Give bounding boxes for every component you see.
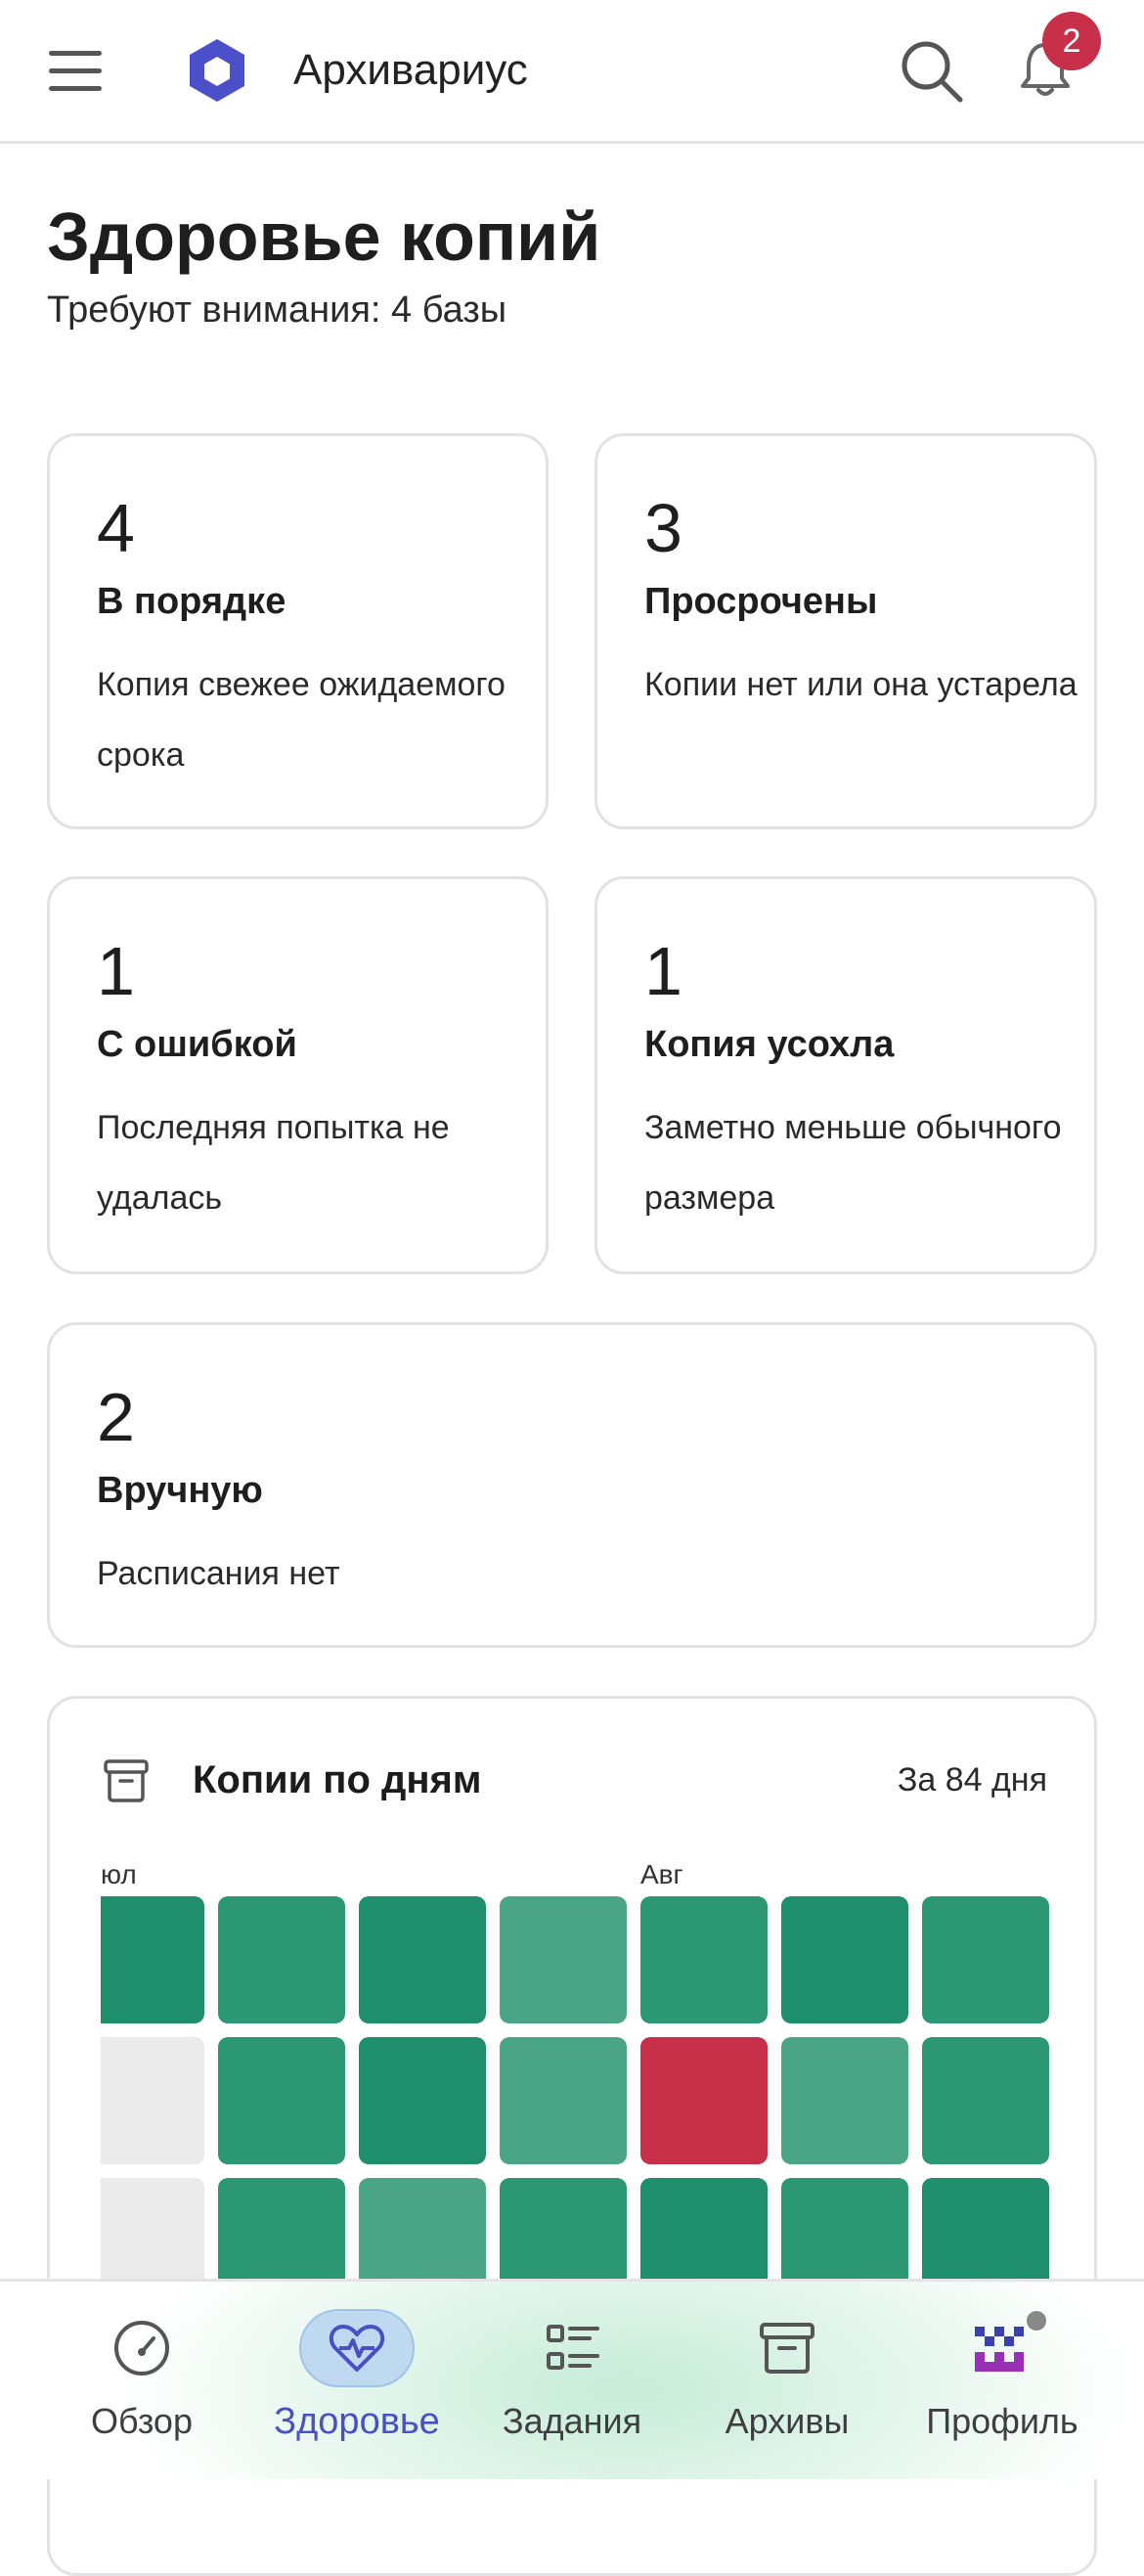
heatmap-cell[interactable] [359, 2037, 486, 2164]
archive-box-icon [104, 1759, 149, 1802]
heatmap-title: Копии по дням [193, 1758, 482, 1801]
heatmap-cell[interactable] [640, 2037, 768, 2164]
archive-box-icon [760, 2323, 814, 2374]
stat-count: 4 [97, 490, 135, 566]
nav-item-archives[interactable]: Архивы [704, 2309, 870, 2456]
heatmap-cell[interactable] [781, 1896, 908, 2023]
heatmap-cell[interactable] [500, 2037, 627, 2164]
heatmap-month-label: Авг [640, 1859, 683, 1889]
nav-label: Архивы [725, 2401, 850, 2441]
stat-card-shrunk[interactable]: 1 Копия усохла Заметно меньше обычного р… [594, 876, 1097, 1274]
app-bar: Архивариус 2 [0, 0, 1144, 144]
heatmap-cell[interactable] [922, 2037, 1049, 2164]
nav-item-health[interactable]: Здоровье [254, 2309, 460, 2456]
heatmap-cell[interactable] [640, 1896, 768, 2023]
stat-description: Копия свежее ожидаемого срока [97, 666, 506, 774]
nav-item-profile[interactable]: Профиль [909, 2309, 1095, 2456]
stat-count: 2 [97, 1379, 135, 1455]
notification-badge: 2 [1042, 12, 1101, 70]
heatmap-cell[interactable] [101, 2037, 204, 2164]
heatmap-cell[interactable] [781, 2037, 908, 2164]
heatmap-range[interactable]: За 84 дня [898, 1755, 1047, 1804]
task-list-icon [547, 2325, 599, 2370]
heatmap-month-label: юл [101, 1859, 137, 1889]
stat-label: Просрочены [644, 581, 878, 622]
nav-item-overview[interactable]: Обзор [68, 2309, 215, 2456]
heatmap-cell[interactable] [101, 1896, 204, 2023]
stat-card-ok[interactable]: 4 В порядке Копия свежее ожидаемого срок… [47, 433, 549, 829]
avatar-icon [975, 2327, 1024, 2372]
stat-description: Последняя попытка не удалась [97, 1109, 450, 1217]
stat-label: Копия усохла [644, 1024, 895, 1065]
stat-count: 3 [644, 490, 682, 566]
nav-label: Здоровье [274, 2401, 440, 2442]
stat-count: 1 [97, 933, 135, 1009]
page-subtitle: Требуют внимания: 4 базы [47, 289, 507, 331]
nav-label: Обзор [91, 2401, 193, 2441]
nav-label: Задания [502, 2401, 642, 2441]
stat-label: Вручную [97, 1470, 263, 1511]
app-title: Архивариус [293, 46, 528, 94]
stat-count: 1 [644, 933, 682, 1009]
stat-card-manual[interactable]: 2 Вручную Расписания нет [47, 1322, 1097, 1648]
nav-item-tasks[interactable]: Задания [489, 2309, 655, 2456]
gauge-icon [114, 2321, 169, 2376]
nav-label: Профиль [926, 2401, 1078, 2441]
status-dot [1027, 2311, 1046, 2331]
heatmap-cell[interactable] [500, 1896, 627, 2023]
heatmap-cell[interactable] [359, 1896, 486, 2023]
bottom-nav: Обзор Здоровье Задания Архивы Профиль [0, 2279, 1144, 2479]
menu-icon [49, 51, 102, 56]
stat-card-overdue[interactable]: 3 Просрочены Копии нет или она устарела [594, 433, 1097, 829]
stat-card-error[interactable]: 1 С ошибкой Последняя попытка не удалась [47, 876, 549, 1274]
search-icon[interactable] [896, 35, 966, 106]
stat-label: С ошибкой [97, 1024, 297, 1065]
heatmap-cell[interactable] [922, 1896, 1049, 2023]
heart-pulse-icon [329, 2325, 385, 2372]
stat-label: В порядке [97, 581, 286, 622]
page-title: Здоровье копий [47, 199, 601, 275]
logo-icon [190, 39, 244, 102]
stat-description: Заметно меньше обычного размера [644, 1109, 1062, 1217]
heatmap-cell[interactable] [218, 1896, 345, 2023]
heatmap-cell[interactable] [218, 2037, 345, 2164]
stat-description: Копии нет или она устарела [644, 666, 1078, 703]
menu-button[interactable] [43, 43, 108, 98]
stat-description: Расписания нет [97, 1555, 340, 1592]
